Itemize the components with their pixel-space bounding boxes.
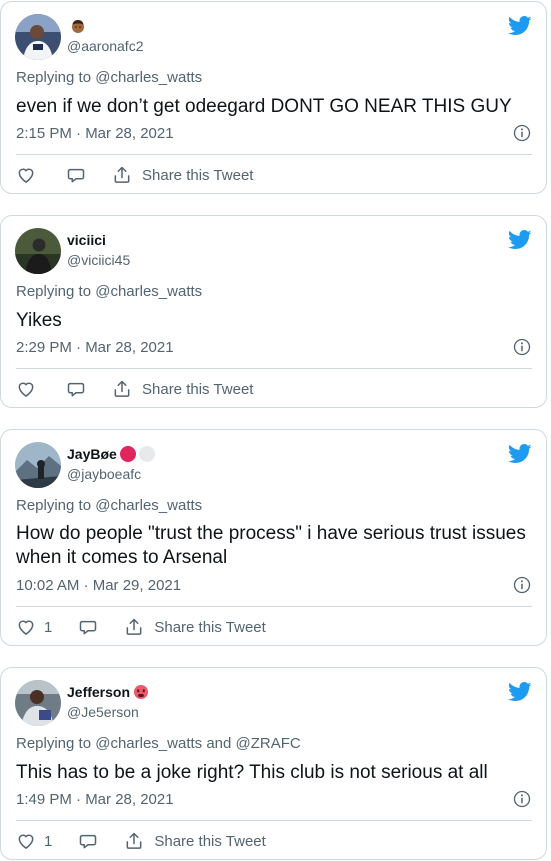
info-icon[interactable] (512, 789, 532, 809)
avatar[interactable] (15, 228, 61, 274)
like-count: 1 (44, 832, 53, 850)
twitter-bird-icon[interactable] (508, 16, 532, 36)
tweet-actions: 1 Share this Tweet (16, 830, 266, 852)
display-name-text[interactable]: Jefferson (67, 684, 130, 700)
user-handle[interactable]: @jayboeafc (67, 466, 141, 482)
user-handle[interactable]: @Je5erson (67, 704, 139, 720)
replying-to-label: Replying to (16, 497, 92, 514)
divider (16, 154, 532, 155)
heart-icon (16, 831, 36, 851)
twitter-bird-icon[interactable] (508, 230, 532, 250)
share-upload-icon (124, 831, 144, 851)
share-upload-icon (124, 617, 144, 637)
person-emoji-icon (72, 20, 84, 33)
like-button[interactable]: 1 (16, 831, 52, 851)
white-circle-emoji-icon (138, 446, 155, 462)
user-handle[interactable]: @viciici45 (67, 252, 130, 268)
share-button[interactable]: Share this Tweet (112, 379, 253, 399)
share-upload-icon (112, 379, 132, 399)
share-label[interactable]: Share this Tweet (154, 833, 265, 850)
divider (16, 820, 532, 821)
replying-to: Replying to @charles_watts (16, 69, 202, 86)
divider (16, 606, 532, 607)
tweet-text: Yikes (16, 310, 62, 331)
heart-icon (16, 617, 36, 637)
tweet-timestamp[interactable]: 2:29 PM · Mar 28, 2021 (16, 339, 174, 356)
twitter-bird-icon[interactable] (508, 682, 532, 702)
like-count: 1 (44, 618, 53, 636)
replying-to-link[interactable]: @charles_watts (95, 497, 202, 514)
like-button[interactable] (16, 165, 36, 185)
tweet-text: even if we don’t get odeegard DONT GO NE… (16, 96, 512, 117)
tweet-timestamp[interactable]: 2:15 PM · Mar 28, 2021 (16, 125, 174, 142)
avatar[interactable] (15, 680, 61, 726)
tweet-actions: 1 Share this Tweet (16, 616, 266, 638)
replying-to: Replying to @charles_watts (16, 283, 202, 300)
tweet-actions: Share this Tweet (16, 378, 253, 400)
divider (16, 368, 532, 369)
speech-bubble-icon (78, 617, 98, 637)
reply-button[interactable] (78, 831, 98, 851)
replying-to: Replying to @charles_watts and @ZRAFC (16, 735, 301, 752)
display-name[interactable]: viciici (67, 232, 106, 248)
display-name-text[interactable]: JayBøe (67, 446, 117, 462)
like-button[interactable]: 1 (16, 617, 52, 637)
display-name-text[interactable]: viciici (67, 232, 106, 248)
replying-to-label: Replying to (16, 69, 92, 86)
reply-button[interactable] (66, 379, 86, 399)
angry-face-emoji-icon (134, 685, 149, 699)
user-handle[interactable]: @aaronafc2 (67, 38, 143, 54)
heart-icon (16, 379, 36, 399)
share-upload-icon (112, 165, 132, 185)
reply-button[interactable] (66, 165, 86, 185)
tweet-card[interactable]: JayBøe @jayboeafc Replying to @charles_w… (0, 429, 547, 646)
tweet-timestamp[interactable]: 10:02 AM · Mar 29, 2021 (16, 577, 181, 594)
display-name[interactable]: Jefferson (67, 684, 149, 700)
avatar[interactable] (15, 14, 61, 60)
replying-to-link[interactable]: @charles_watts (95, 69, 202, 86)
share-button[interactable]: Share this Tweet (112, 165, 253, 185)
heart-icon (16, 165, 36, 185)
tweet-card[interactable]: Jefferson @Je5erson Replying to @charles… (0, 667, 547, 860)
display-name[interactable]: JayBøe (67, 446, 155, 462)
speech-bubble-icon (66, 379, 86, 399)
share-button[interactable]: Share this Tweet (124, 831, 266, 851)
share-label[interactable]: Share this Tweet (154, 619, 265, 636)
red-circle-emoji-icon (119, 446, 136, 462)
replying-to-link[interactable]: @charles_watts (95, 283, 202, 300)
replying-to-label: Replying to (16, 283, 92, 300)
tweet-text: This has to be a joke right? This club i… (16, 762, 488, 783)
avatar[interactable] (15, 442, 61, 488)
replying-to-label: Replying to (16, 735, 92, 752)
speech-bubble-icon (78, 831, 98, 851)
display-name[interactable] (67, 18, 86, 34)
share-button[interactable]: Share this Tweet (124, 617, 266, 637)
share-label[interactable]: Share this Tweet (142, 381, 253, 398)
info-icon[interactable] (512, 123, 532, 143)
like-button[interactable] (16, 379, 36, 399)
twitter-bird-icon[interactable] (508, 444, 532, 464)
tweet-text: How do people "trust the process" i have… (16, 523, 526, 568)
info-icon[interactable] (512, 337, 532, 357)
tweet-card[interactable]: viciici @viciici45 Replying to @charles_… (0, 215, 547, 408)
reply-button[interactable] (78, 617, 98, 637)
tweet-timestamp[interactable]: 1:49 PM · Mar 28, 2021 (16, 791, 174, 808)
tweet-actions: Share this Tweet (16, 164, 253, 186)
tweet-card[interactable]: @aaronafc2 Replying to @charles_watts ev… (0, 1, 547, 194)
replying-to: Replying to @charles_watts (16, 497, 202, 514)
replying-to-link[interactable]: @charles_watts and @ZRAFC (95, 735, 301, 752)
info-icon[interactable] (512, 575, 532, 595)
share-label[interactable]: Share this Tweet (142, 167, 253, 184)
speech-bubble-icon (66, 165, 86, 185)
